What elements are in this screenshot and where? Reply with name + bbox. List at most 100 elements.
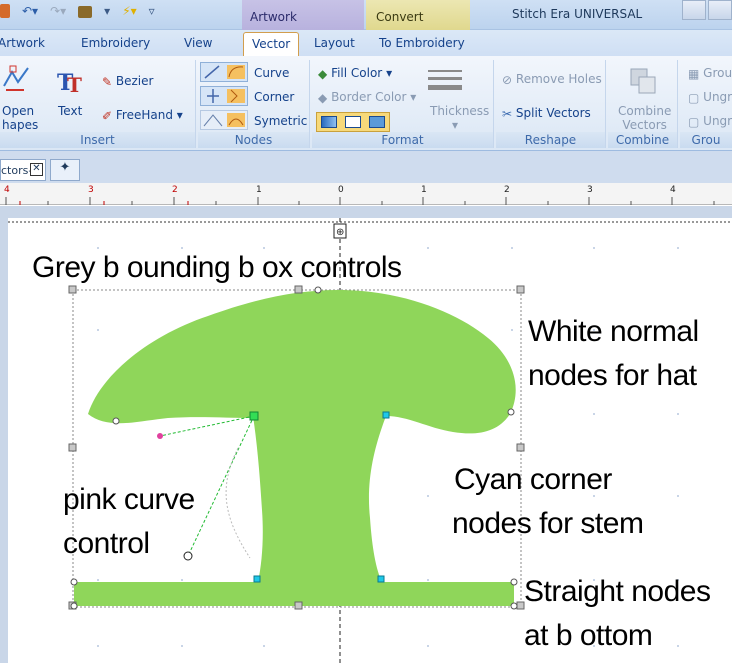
ribbon: Open hapes TT Text ✎ Bezier ✐ FreeHand ▾… <box>0 56 732 151</box>
tab-view[interactable]: View <box>184 36 212 50</box>
fill-mode-outline-icon[interactable] <box>345 116 361 128</box>
group-reshape: ⊘ Remove Holes ✂ Split Vectors Reshape <box>496 60 606 148</box>
customize-qat-icon[interactable]: ▿ <box>149 4 155 18</box>
fill-mode-solid-icon[interactable] <box>369 116 385 128</box>
text-tool-icon[interactable]: TT <box>56 68 82 99</box>
group-button[interactable]: ▦ Grou <box>688 66 732 81</box>
symetric-node-icon[interactable] <box>200 110 248 130</box>
ungroup-label: Ungr <box>703 90 732 104</box>
thickness-button[interactable]: Thickness <box>430 104 489 118</box>
ungroup-all-icon: ▢ <box>688 114 700 129</box>
combine-vectors-icon[interactable] <box>628 66 658 99</box>
maximize-button[interactable] <box>708 0 732 20</box>
ruler-label: 0 <box>338 185 344 195</box>
corner-button[interactable]: Corner <box>254 90 294 104</box>
ruler-label: 1 <box>421 185 427 195</box>
group-label-nodes: Nodes <box>198 132 309 148</box>
annotation-straight-line1: Straight nodes <box>524 575 711 608</box>
annotation-pink-line1: pink curve <box>63 483 195 516</box>
freehand-label: FreeHand <box>115 108 173 122</box>
horizontal-ruler: 4 3 2 1 0 1 2 3 4 <box>0 183 732 205</box>
undo-icon[interactable]: ↶▾ <box>22 4 38 18</box>
group-label-insert: Insert <box>0 132 195 148</box>
bag-icon[interactable] <box>78 6 93 18</box>
new-document-icon[interactable]: ✦ <box>50 159 80 181</box>
group-group: ▦ Grou ▢ Ungr ▢ Ungr Grou <box>680 60 732 148</box>
ruler-label: 4 <box>670 185 676 195</box>
app-menu-icon[interactable] <box>0 4 10 18</box>
document-tab-bar: ctors-1 ✕ ✦ <box>0 151 732 183</box>
annotation-cyan-line1: Cyan corner <box>454 463 612 496</box>
annotation-bounding-box: Grey b ounding b ox controls <box>32 251 402 284</box>
tab-vector[interactable]: Vector <box>243 32 300 56</box>
border-pen-icon: ◆ <box>318 90 328 105</box>
group-label-combine: Combine <box>608 132 677 148</box>
open-shapes-button[interactable]: Open hapes <box>2 104 38 132</box>
group-format: ◆ Fill Color ▾ ◆ Border Color ▾ Thicknes… <box>312 60 494 148</box>
mushroom-base[interactable] <box>74 582 514 606</box>
ruler-label: 3 <box>587 185 593 195</box>
svg-text:⊕: ⊕ <box>336 227 344 238</box>
ribbon-tab-row: Artwork Embroidery View Vector Layout To… <box>0 30 732 56</box>
chevron-down-icon: ▾ <box>410 90 417 104</box>
canvas-area: ⊕ Grey b ounding b ox controls White nor… <box>0 206 732 663</box>
curve-node-icon[interactable] <box>200 62 248 82</box>
tab-artwork[interactable]: Artwork <box>0 36 45 50</box>
freehand-icon: ✐ <box>102 108 113 123</box>
annotation-hat-line2: nodes for hat <box>528 359 697 392</box>
group-combine: Combine Vectors Combine <box>608 60 678 148</box>
corner-node-icon[interactable] <box>200 86 248 106</box>
mushroom-stem[interactable] <box>253 416 386 582</box>
freehand-button[interactable]: ✐ FreeHand ▾ <box>102 108 183 123</box>
symetric-button[interactable]: Symetric <box>254 114 307 128</box>
annotation-cyan-line2: nodes for stem <box>452 507 644 540</box>
ungroup-icon: ▢ <box>688 90 700 105</box>
fill-color-label: Fill Color <box>331 66 383 80</box>
text-tool-button[interactable]: Text <box>58 104 82 118</box>
split-vectors-button[interactable]: ✂ Split Vectors <box>502 106 591 121</box>
split-vectors-label: Split Vectors <box>515 106 591 120</box>
ruler-label: 2 <box>172 185 178 195</box>
curve-control-line <box>187 415 255 557</box>
group-label-reshape: Reshape <box>496 132 605 148</box>
tab-embroidery[interactable]: Embroidery <box>81 36 150 50</box>
fill-mode-selector[interactable] <box>316 112 390 132</box>
tab-layout[interactable]: Layout <box>314 36 355 50</box>
border-color-button[interactable]: ◆ Border Color ▾ <box>318 90 416 105</box>
close-icon[interactable]: ✕ <box>30 163 43 176</box>
quick-access-toolbar: ↶▾ ↷▾ ▾ ⚡▾ ▿ <box>0 4 155 18</box>
fill-bucket-icon: ◆ <box>318 66 328 81</box>
remove-holes-button[interactable]: ⊘ Remove Holes <box>502 72 602 87</box>
mushroom-hat[interactable] <box>88 290 516 434</box>
bezier-button[interactable]: ✎ Bezier <box>102 74 153 89</box>
minimize-button[interactable] <box>682 0 706 20</box>
border-color-label: Border Color <box>331 90 407 104</box>
ruler-label: 2 <box>504 185 510 195</box>
group-insert: Open hapes TT Text ✎ Bezier ✐ FreeHand ▾… <box>0 60 196 148</box>
ungroup-button[interactable]: ▢ Ungr <box>688 90 732 105</box>
bezier-label: Bezier <box>115 74 154 88</box>
app-title: Stitch Era UNIVERSAL <box>512 7 643 21</box>
pink-curve-control-handle[interactable] <box>157 433 163 439</box>
group-nodes: Curve Corner Symetric Nodes <box>198 60 310 148</box>
lightning-icon[interactable]: ⚡▾ <box>122 4 136 18</box>
chevron-down-icon: ▾ <box>452 118 459 132</box>
combine-vectors-button[interactable]: Combine Vectors <box>618 104 671 132</box>
fill-color-button[interactable]: ◆ Fill Color ▾ <box>318 66 392 81</box>
fill-mode-gradient-icon[interactable] <box>321 116 337 128</box>
annotation-pink-line2: control <box>63 527 150 560</box>
context-tab-artwork: Artwork <box>242 0 364 30</box>
curve-button[interactable]: Curve <box>254 66 289 80</box>
ungroup-all-button[interactable]: ▢ Ungr <box>688 114 732 129</box>
window-buttons <box>680 0 732 20</box>
open-shapes-icon[interactable] <box>2 64 32 97</box>
curve-control-handle[interactable] <box>183 551 193 561</box>
group-icon: ▦ <box>688 66 700 81</box>
chevron-down-icon: ▾ <box>176 108 183 122</box>
design-canvas[interactable]: ⊕ Grey b ounding b ox controls White nor… <box>8 218 732 663</box>
tab-to-embroidery[interactable]: To Embroidery <box>379 36 465 50</box>
thickness-icon[interactable] <box>428 70 462 90</box>
redo-icon[interactable]: ↷▾ <box>50 4 66 18</box>
curve-preview <box>225 447 251 559</box>
group-label-text: Grou <box>703 66 732 80</box>
